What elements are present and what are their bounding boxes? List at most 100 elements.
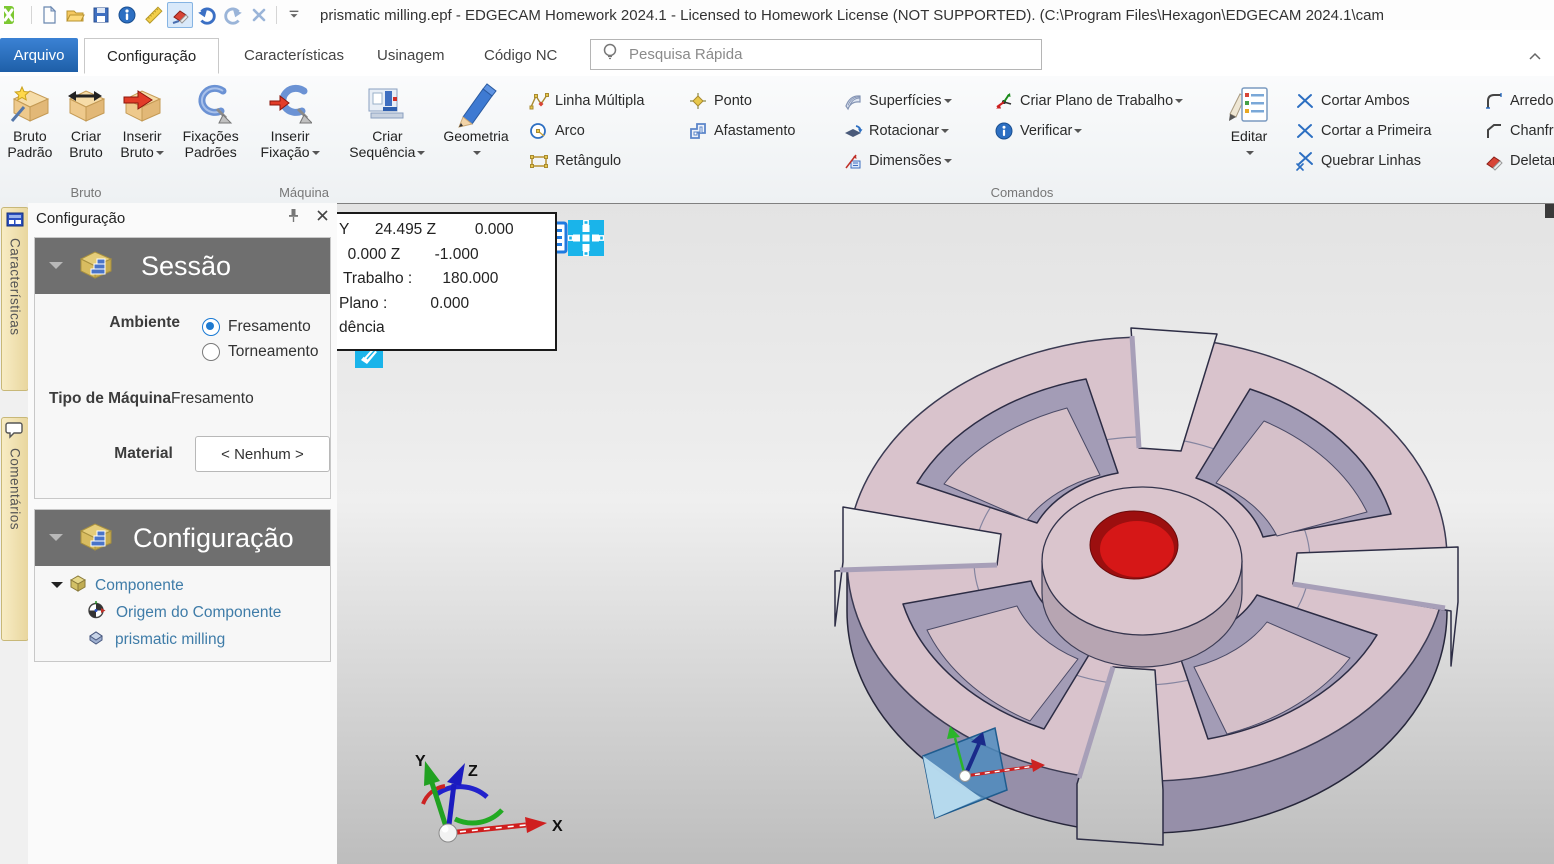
info-icon[interactable] bbox=[115, 3, 139, 27]
ponto-button[interactable]: Ponto bbox=[682, 86, 826, 116]
geometria-button[interactable]: Geometria bbox=[436, 80, 516, 162]
criar-sequencia-button[interactable]: Criar Sequência bbox=[339, 80, 436, 162]
axis-label-z: Z bbox=[468, 763, 478, 780]
overlay-line: Trabalho : 180.000 bbox=[339, 267, 555, 292]
tab-usinagem[interactable]: Usinagem bbox=[355, 38, 467, 72]
radio-torneamento[interactable]: Torneamento bbox=[202, 339, 318, 364]
chamfer-icon bbox=[1484, 121, 1504, 141]
arco-button[interactable]: Arco bbox=[523, 116, 671, 146]
tree-item-prismatic-milling[interactable]: prismatic milling bbox=[35, 626, 330, 653]
configuration-title: Configuração bbox=[133, 523, 294, 554]
criar-plano-trabalho-button[interactable]: Criar Plano de Trabalho bbox=[988, 86, 1210, 116]
fillet-icon bbox=[1484, 91, 1504, 111]
new-document-icon[interactable] bbox=[37, 3, 61, 27]
tab-arquivo[interactable]: Arquivo bbox=[0, 38, 78, 72]
bruto-padrao-button[interactable]: Bruto Padrão bbox=[0, 80, 60, 162]
group-label-maquina: Máquina bbox=[172, 185, 436, 200]
point-icon bbox=[688, 91, 708, 111]
fixacoes-padroes-button[interactable]: Fixações Padrões bbox=[172, 80, 249, 162]
tab-configuracao[interactable]: Configuração bbox=[84, 38, 219, 74]
collapse-ribbon-icon[interactable] bbox=[1528, 48, 1542, 66]
session-section: Sessão Ambiente Fresamento Torneamento bbox=[34, 237, 331, 499]
dropdown-caret-icon bbox=[944, 99, 952, 107]
tree-item-label: Origem do Componente bbox=[116, 604, 281, 622]
material-select[interactable]: < Nenhum > bbox=[195, 436, 330, 472]
quick-access-toolbar bbox=[0, 2, 306, 28]
search-input[interactable] bbox=[627, 45, 1011, 64]
tree-item-label: prismatic milling bbox=[115, 631, 225, 649]
measure-icon[interactable] bbox=[141, 3, 165, 27]
verificar-button[interactable]: Verificar bbox=[988, 116, 1210, 146]
button-label: Cortar a Primeira bbox=[1321, 123, 1431, 139]
tree-item-origem[interactable]: Origem do Componente bbox=[35, 599, 330, 626]
retangulo-button[interactable]: Retângulo bbox=[523, 146, 671, 176]
criar-bruto-button[interactable]: Criar Bruto bbox=[60, 80, 112, 162]
quick-search[interactable] bbox=[590, 39, 1042, 70]
app-logo-icon bbox=[2, 3, 26, 27]
commands-column-6: Arredondar Chanfro Deletar bbox=[1472, 80, 1554, 176]
button-label: Chanfro bbox=[1510, 123, 1554, 139]
arredondar-button[interactable]: Arredondar bbox=[1478, 86, 1554, 116]
button-label: Rotacionar bbox=[869, 123, 939, 139]
dimension-icon bbox=[843, 151, 863, 171]
button-label: Ponto bbox=[714, 93, 752, 109]
rotacionar-button[interactable]: Rotacionar bbox=[837, 116, 977, 146]
afastamento-button[interactable]: Afastamento bbox=[682, 116, 826, 146]
grid-cross-toolbar-icon[interactable] bbox=[568, 220, 604, 261]
undo-icon[interactable] bbox=[195, 3, 219, 27]
inserir-fixacao-button[interactable]: Inserir Fixação bbox=[249, 80, 330, 162]
superficies-button[interactable]: Superfícies bbox=[837, 86, 977, 116]
rotate-icon bbox=[843, 121, 863, 141]
main-area: Características Comentários Configuração bbox=[0, 203, 1554, 864]
button-label: Dimensões bbox=[869, 153, 942, 169]
chanfro-button[interactable]: Chanfro bbox=[1478, 116, 1554, 146]
edit-list-icon bbox=[1217, 82, 1281, 128]
tree-item-componente[interactable]: Componente bbox=[35, 572, 330, 599]
dropdown-caret-icon bbox=[417, 151, 425, 159]
sidetab-caracteristicas[interactable]: Características bbox=[1, 207, 29, 391]
overlay-line: 0.000 Z -1.000 bbox=[339, 243, 555, 268]
delete-x-icon[interactable] bbox=[247, 3, 271, 27]
sidetab-comentarios[interactable]: Comentários bbox=[1, 417, 29, 641]
collapse-triangle-icon[interactable] bbox=[49, 262, 63, 276]
close-icon[interactable] bbox=[316, 209, 329, 227]
collapse-triangle-icon[interactable] bbox=[49, 534, 63, 548]
radio-fresamento[interactable]: Fresamento bbox=[202, 314, 318, 339]
deletar-button[interactable]: Deletar bbox=[1478, 146, 1554, 176]
panel-title: Configuração bbox=[36, 210, 287, 227]
origin-datum-icon bbox=[87, 601, 106, 625]
group-label-comandos: Comandos bbox=[436, 185, 1554, 200]
configuration-section: Configuração Componente Origem do Compon… bbox=[34, 509, 331, 662]
tab-caracteristicas[interactable]: Características bbox=[222, 38, 366, 72]
open-file-icon[interactable] bbox=[63, 3, 87, 27]
redo-icon[interactable] bbox=[221, 3, 245, 27]
cortar-ambos-button[interactable]: Cortar Ambos bbox=[1289, 86, 1467, 116]
dropdown-caret-icon bbox=[312, 151, 320, 159]
tree-expand-icon[interactable] bbox=[51, 582, 63, 594]
pin-icon[interactable] bbox=[287, 208, 300, 228]
inserir-bruto-button[interactable]: Inserir Bruto bbox=[112, 80, 172, 162]
pencil-icon bbox=[438, 82, 514, 128]
button-label: Afastamento bbox=[714, 123, 795, 139]
button-label: Padrões bbox=[174, 144, 247, 160]
material-value: < Nenhum > bbox=[221, 446, 304, 463]
graphics-viewport[interactable]: Y 24.495 Z 0.000 0.000 Z -1.000 Trabalho… bbox=[337, 203, 1554, 864]
coordinate-overlay: Y 24.495 Z 0.000 0.000 Z -1.000 Trabalho… bbox=[337, 212, 557, 351]
ribbon-group-maquina: Fixações Padrões Inserir Fixação Criar S… bbox=[172, 76, 436, 203]
editar-button[interactable]: Editar bbox=[1215, 80, 1283, 162]
radio-selected-icon[interactable] bbox=[202, 318, 220, 336]
tab-codigo-nc[interactable]: Código NC bbox=[462, 38, 579, 72]
button-label: Cortar Ambos bbox=[1321, 93, 1410, 109]
cortar-primeira-button[interactable]: Cortar a Primeira bbox=[1289, 116, 1467, 146]
linha-multipla-button[interactable]: Linha Múltipla bbox=[523, 86, 671, 116]
button-label: Geometria bbox=[438, 128, 514, 144]
radio-unselected-icon[interactable] bbox=[202, 343, 220, 361]
eraser-icon[interactable] bbox=[167, 2, 193, 28]
stock-wizard-icon bbox=[2, 82, 58, 128]
qat-customize-icon[interactable] bbox=[282, 3, 306, 27]
configuration-box-icon bbox=[77, 519, 115, 558]
tipo-maquina-label: Tipo de Máquina bbox=[49, 390, 171, 408]
dimensoes-button[interactable]: Dimensões bbox=[837, 146, 977, 176]
quebrar-linhas-button[interactable]: Quebrar Linhas bbox=[1289, 146, 1467, 176]
save-icon[interactable] bbox=[89, 3, 113, 27]
